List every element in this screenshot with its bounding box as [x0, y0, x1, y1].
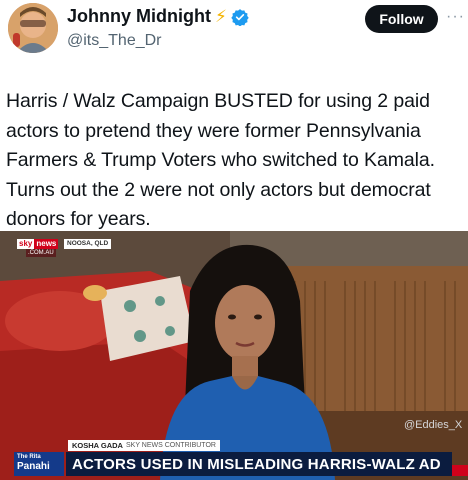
watermark: @Eddies_X [404, 419, 463, 431]
post-text: Harris / Walz Campaign BUSTED for using … [6, 90, 435, 230]
location-tag: NOOSA, QLD [64, 239, 112, 249]
more-options-icon[interactable]: ··· [446, 8, 465, 26]
news-word: news [34, 239, 59, 249]
show-logo-main: Panahi [17, 461, 50, 472]
contributor-name: KOSHA GADA [72, 441, 123, 450]
live-tag [452, 465, 468, 476]
follow-button[interactable]: Follow [365, 5, 438, 33]
domain-tag: .COM.AU [26, 249, 56, 257]
verified-badge-icon[interactable] [231, 8, 249, 27]
display-name[interactable]: Johnny Midnight [67, 6, 211, 27]
contributor-bar: KOSHA GADA SKY NEWS CONTRIBUTOR [68, 440, 220, 451]
video-media[interactable]: sky news NOOSA, QLD .COM.AU @Eddies_X KO… [0, 231, 468, 480]
headline-bar: ACTORS USED IN MISLEADING HARRIS-WALZ AD [66, 452, 452, 476]
headline-text: ACTORS USED IN MISLEADING HARRIS-WALZ AD [72, 455, 441, 473]
contributor-role: SKY NEWS CONTRIBUTOR [125, 442, 216, 449]
name-row: Johnny Midnight ⚡ [67, 6, 249, 27]
show-logo: The Rita Panahi [14, 452, 64, 476]
author-handle[interactable]: @its_The_Dr [67, 32, 162, 50]
lightning-bolt-icon: ⚡ [214, 7, 227, 26]
sky-word: sky [17, 239, 35, 249]
sky-news-logo: sky news [17, 239, 59, 249]
show-logo-top: The Rita [17, 454, 41, 460]
post-header: Johnny Midnight ⚡ @its_The_Dr Follow ··· [0, 0, 468, 64]
avatar[interactable] [8, 3, 58, 53]
